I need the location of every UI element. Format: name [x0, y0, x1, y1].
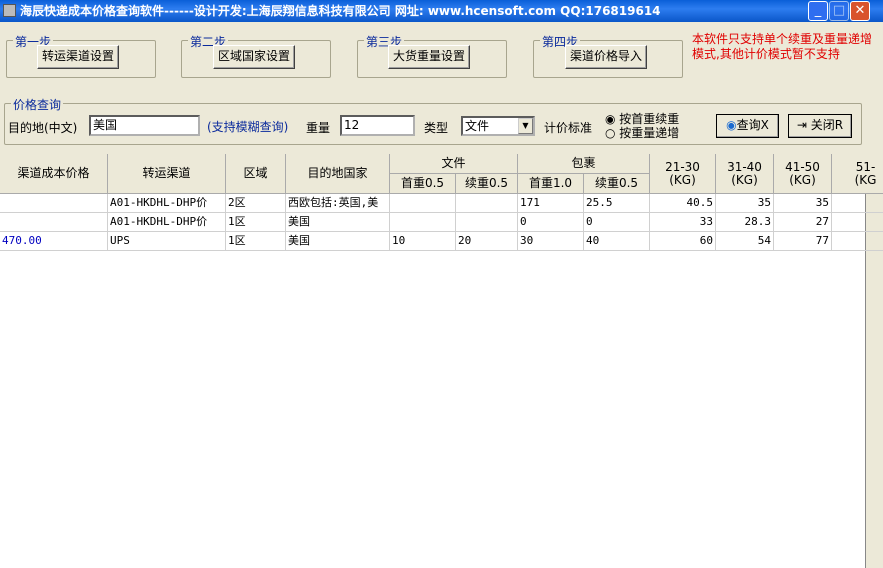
column-header[interactable]: 21-30 (KG) — [650, 154, 716, 194]
dropdown-arrow-icon[interactable]: ▼ — [518, 118, 533, 134]
table-cell[interactable] — [456, 194, 518, 213]
radio-weight-increment[interactable]: ○ 按重量递增 — [605, 124, 679, 141]
app-icon — [3, 4, 16, 17]
globe-search-icon: ◉ — [726, 118, 737, 132]
column-group-header: 文件 — [390, 154, 518, 174]
close-window-button[interactable]: ✕ — [850, 1, 870, 21]
table-cell[interactable]: 西欧包括:英国,美 — [286, 194, 390, 213]
column-header[interactable]: 首重1.0 — [518, 174, 584, 194]
query-group-label: 价格查询 — [11, 96, 64, 113]
destination-input[interactable]: 美国 — [89, 115, 200, 136]
maximize-button[interactable]: □ — [829, 1, 849, 21]
notice-text: 本软件只支持单个续重及重量递增模式,其他计价模式暂不支持 — [692, 32, 873, 61]
table-cell[interactable]: 20 — [456, 232, 518, 251]
type-select[interactable]: 文件 ▼ — [461, 116, 535, 136]
table-cell[interactable]: 77 — [774, 232, 832, 251]
table-cell[interactable] — [832, 232, 883, 251]
table-cell[interactable]: 470.00 — [0, 232, 108, 251]
price-grid[interactable]: 渠道成本价格 转运渠道 区域 目的地国家 文件 包裹 首重0.5 续重0.5 首重1.0 续重0.… — [0, 154, 883, 568]
column-header[interactable]: 渠道成本价格 — [0, 154, 108, 194]
column-header[interactable]: 51- (KG — [832, 154, 883, 194]
table-cell[interactable]: A01-HKDHL-DHP价 — [108, 194, 226, 213]
table-cell[interactable]: 40.5 — [650, 194, 716, 213]
table-cell[interactable]: 35 — [774, 194, 832, 213]
table-cell[interactable]: 1区 — [226, 232, 286, 251]
table-cell[interactable]: 171 — [518, 194, 584, 213]
table-cell[interactable] — [832, 194, 883, 213]
close-button-label: 关闭R — [810, 118, 844, 132]
table-cell[interactable] — [390, 194, 456, 213]
search-button-label: 查询X — [736, 118, 769, 132]
table-cell[interactable]: 28.3 — [716, 213, 774, 232]
table-cell[interactable]: 2区 — [226, 194, 286, 213]
table-cell[interactable]: 30 — [518, 232, 584, 251]
search-button[interactable]: ◉查询X — [716, 114, 779, 138]
type-select-value: 文件 — [465, 119, 490, 133]
window-title: 海辰快递成本价格查询软件------设计开发:上海辰翔信息科技有限公司 网址: … — [20, 4, 661, 18]
table-cell[interactable]: 0 — [518, 213, 584, 232]
price-import-button[interactable]: 渠道价格导入 — [565, 45, 647, 69]
column-header[interactable]: 31-40 (KG) — [716, 154, 774, 194]
weight-label: 重量 — [306, 121, 331, 135]
table-cell[interactable]: 美国 — [286, 213, 390, 232]
pricing-label: 计价标准 — [544, 121, 593, 135]
table-cell[interactable] — [0, 194, 108, 213]
fuzzy-hint: (支持模糊查询) — [207, 120, 289, 134]
table-cell[interactable]: 美国 — [286, 232, 390, 251]
table-cell[interactable] — [456, 213, 518, 232]
table-cell[interactable]: 35 — [716, 194, 774, 213]
table-cell[interactable]: 54 — [716, 232, 774, 251]
column-header[interactable]: 目的地国家 — [286, 154, 390, 194]
table-cell[interactable] — [390, 213, 456, 232]
table-cell[interactable]: 60 — [650, 232, 716, 251]
exit-door-icon: ⇥ — [796, 118, 811, 132]
column-header[interactable]: 续重0.5 — [456, 174, 518, 194]
column-header[interactable]: 首重0.5 — [390, 174, 456, 194]
table-cell[interactable]: 25.5 — [584, 194, 650, 213]
table-cell[interactable]: 0 — [584, 213, 650, 232]
zone-country-button[interactable]: 区域国家设置 — [213, 45, 295, 69]
column-group-header: 包裹 — [518, 154, 650, 174]
column-header[interactable]: 转运渠道 — [108, 154, 226, 194]
radio2-label: 按重量递增 — [619, 126, 680, 140]
table-cell[interactable]: 40 — [584, 232, 650, 251]
weight-input[interactable]: 12 — [340, 115, 415, 136]
type-label: 类型 — [424, 121, 449, 135]
column-header[interactable]: 41-50 (KG) — [774, 154, 832, 194]
table-cell[interactable]: 27 — [774, 213, 832, 232]
table-cell[interactable]: UPS — [108, 232, 226, 251]
close-button[interactable]: ⇥ 关闭R — [788, 114, 852, 138]
table-cell[interactable]: : — [832, 213, 883, 232]
table-cell[interactable] — [0, 213, 108, 232]
column-header[interactable]: 续重0.5 — [584, 174, 650, 194]
minimize-button[interactable]: _ — [808, 1, 828, 21]
table-cell[interactable]: A01-HKDHL-DHP价 — [108, 213, 226, 232]
bulk-weight-button[interactable]: 大货重量设置 — [388, 45, 470, 69]
column-header[interactable]: 区域 — [226, 154, 286, 194]
title-bar: 海辰快递成本价格查询软件------设计开发:上海辰翔信息科技有限公司 网址: … — [0, 0, 883, 22]
table-cell[interactable]: 33 — [650, 213, 716, 232]
table-cell[interactable]: 1区 — [226, 213, 286, 232]
destination-label: 目的地(中文) — [8, 121, 78, 135]
channel-setup-button[interactable]: 转运渠道设置 — [37, 45, 119, 69]
table-cell[interactable]: 10 — [390, 232, 456, 251]
